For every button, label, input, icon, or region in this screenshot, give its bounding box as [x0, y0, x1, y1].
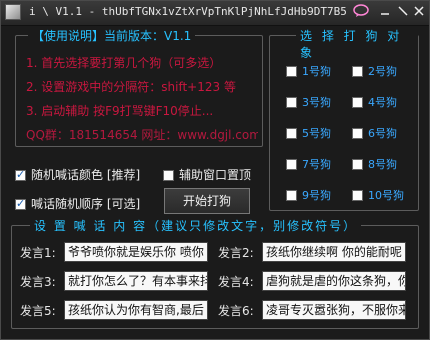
chat-bubble-icon[interactable]	[351, 4, 371, 21]
option-label: 喊话随机顺序 [可选]	[31, 197, 141, 211]
qq-group-line: QQ群：181514654 网址：www.dgjl.com	[26, 128, 258, 142]
checkbox[interactable]	[15, 197, 26, 210]
checkbox[interactable]	[286, 190, 297, 201]
dog-label: 5号狗	[302, 127, 331, 140]
dog-label: 4号狗	[368, 96, 397, 109]
dog-checkbox-2[interactable]: 2号狗	[352, 63, 397, 78]
dog-label: 3号狗	[302, 96, 331, 109]
usage-group: 【使用说明】当前版本：V1.1 1. 首先选择要打第几个狗（可多选） 2. 设置…	[15, 27, 263, 147]
checkbox[interactable]	[286, 159, 297, 170]
dog-label: 7号狗	[302, 158, 331, 171]
checkbox[interactable]	[352, 66, 363, 77]
checkbox[interactable]	[286, 97, 297, 108]
dog-checkbox-10[interactable]: 10号狗	[352, 187, 404, 202]
phrase-input-5[interactable]: 孩纸你认为你有智商,最后	[64, 300, 208, 320]
start-button[interactable]: 开始打狗	[164, 188, 250, 214]
option-label: 辅助窗口置顶	[179, 168, 252, 182]
window-title: i \ V1.1 - thUbfTGNx1vZtXrVpTnKlPjNhLfJd…	[29, 5, 347, 18]
app-icon	[5, 4, 21, 20]
dog-label: 9号狗	[302, 189, 331, 202]
phrase-input-3[interactable]: 就打你怎么了？有本事来抖	[64, 271, 208, 291]
dog-group-title: 选 择 打 狗 对 象	[296, 27, 418, 61]
dog-checkbox-1[interactable]: 1号狗	[286, 63, 331, 78]
phrases-group: 设 置 喊 话 内 容（建议只修改文字，别修改符号） 发言1: 爷爷喷你就是娱乐…	[11, 217, 419, 329]
dog-select-group: 选 择 打 狗 对 象 1号狗 2号狗 3号狗 4号狗 5号狗 6号狗 7号狗 …	[269, 27, 419, 211]
dog-checkbox-3[interactable]: 3号狗	[286, 94, 331, 109]
checkbox[interactable]	[352, 159, 363, 170]
dog-checkbox-4[interactable]: 4号狗	[352, 94, 397, 109]
phrase-label-2: 发言2:	[218, 246, 254, 260]
dog-checkbox-7[interactable]: 7号狗	[286, 156, 331, 171]
checkbox[interactable]	[15, 168, 26, 181]
dog-label: 8号狗	[368, 158, 397, 171]
random-order-option[interactable]: 喊话随机顺序 [可选]	[15, 195, 140, 212]
phrases-group-title: 设 置 喊 话 内 容（建议只修改文字，别修改符号）	[30, 217, 362, 234]
usage-line: 1. 首先选择要打第几个狗（可多选）	[26, 56, 222, 70]
minimize-icon[interactable]	[375, 4, 395, 21]
dog-label: 6号狗	[368, 127, 397, 140]
dog-label: 1号狗	[302, 65, 331, 78]
phrase-input-2[interactable]: 孩纸你继续啊 你的能耐呢	[262, 242, 406, 262]
random-color-option[interactable]: 随机喊话颜色 [推荐]	[15, 166, 140, 183]
dog-checkbox-5[interactable]: 5号狗	[286, 125, 331, 140]
usage-line: 3. 启动辅助 按F9打骂键F10停止...	[26, 104, 214, 118]
dog-checkbox-8[interactable]: 8号狗	[352, 156, 397, 171]
phrase-label-4: 发言4:	[218, 275, 254, 289]
phrase-input-6[interactable]: 凌哥专灭嚣张狗，不服你来	[262, 300, 406, 320]
title-bar[interactable]: i \ V1.1 - thUbfTGNx1vZtXrVpTnKlPjNhLfJd…	[1, 1, 429, 26]
close-icon[interactable]	[409, 4, 429, 21]
option-label: 随机喊话颜色 [推荐]	[31, 168, 141, 182]
checkbox[interactable]	[352, 128, 363, 139]
usage-group-title: 【使用说明】当前版本：V1.1	[28, 27, 196, 44]
dog-checkbox-6[interactable]: 6号狗	[352, 125, 397, 140]
phrase-input-4[interactable]: 虐狗就是虐的你这条狗，你	[262, 271, 406, 291]
checkbox[interactable]	[352, 190, 363, 201]
usage-line: 2. 设置游戏中的分隔符：shift+123 等	[26, 80, 236, 94]
main-window: i \ V1.1 - thUbfTGNx1vZtXrVpTnKlPjNhLfJd…	[0, 0, 430, 340]
phrase-label-3: 发言3:	[20, 275, 56, 289]
checkbox[interactable]	[286, 66, 297, 77]
dog-label: 10号狗	[368, 189, 404, 202]
phrase-label-1: 发言1:	[20, 246, 56, 260]
checkbox[interactable]	[163, 170, 174, 181]
dog-label: 2号狗	[368, 65, 397, 78]
phrase-input-1[interactable]: 爷爷喷你就是娱乐你 喷你	[64, 242, 208, 262]
checkbox[interactable]	[286, 128, 297, 139]
window-top-option[interactable]: 辅助窗口置顶	[163, 166, 251, 183]
phrase-label-5: 发言5:	[20, 304, 56, 318]
dog-checkbox-9[interactable]: 9号狗	[286, 187, 331, 202]
checkbox[interactable]	[352, 97, 363, 108]
phrase-label-6: 发言6:	[218, 304, 254, 318]
